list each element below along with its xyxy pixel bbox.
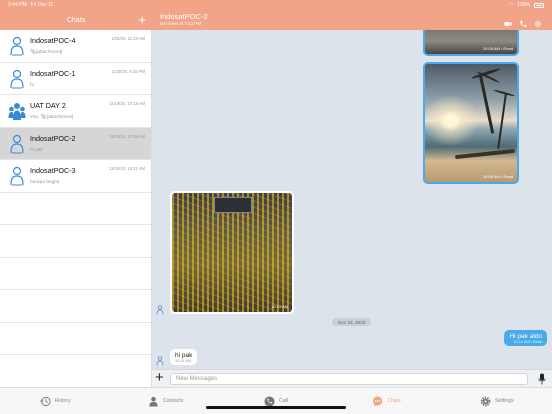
message-text: hi pak	[175, 352, 193, 359]
chat-item-time: 11/19/20, 10:18 AM	[108, 101, 145, 106]
image-message-wires[interactable]: 10:13 AM	[170, 191, 294, 314]
status-bar: 2:44 PM Fri Dec 11 ◠ 100%	[0, 0, 552, 10]
tab-label: Contacts	[162, 398, 184, 404]
chats-header: Chats +	[0, 10, 152, 30]
avatar-icon	[10, 36, 24, 56]
message-meta: 10:14 AM	[175, 359, 192, 363]
list-divider	[0, 225, 151, 258]
chats-title: Chats	[66, 16, 86, 24]
chat-list[interactable]: IndosatPOC-4 12/8/20, 11:28 AM 📎[attachm…	[0, 30, 152, 387]
add-attachment-button[interactable]: +	[155, 370, 164, 386]
avatar-icon	[10, 69, 24, 88]
chat-icon	[373, 395, 383, 407]
chat-item-time: 11/19/20, 10:15 AM	[108, 133, 145, 139]
chat-item-name: IndosatPOC-1	[30, 68, 76, 78]
chat-item-name: IndosatPOC-2	[30, 133, 76, 143]
chat-item-uat-day-2[interactable]: UAT DAY 2 11/19/20, 10:18 AM You: 📎[atta…	[0, 95, 151, 128]
chat-item-name: IndosatPOC-4	[30, 36, 76, 45]
contacts-icon	[149, 396, 158, 407]
message-input-bar: + New Messages	[152, 369, 552, 387]
message-meta: 10:08 AM • Read	[482, 174, 513, 179]
chat-item-name: IndosatPOC-3	[30, 166, 76, 175]
phone-icon[interactable]	[519, 15, 527, 27]
tab-label: Settings	[494, 398, 514, 404]
tab-contacts[interactable]: Contacts	[110, 388, 220, 414]
message-text: Hi pak aldo	[509, 333, 542, 340]
wifi-icon: ◠	[508, 2, 514, 8]
tab-label: History	[54, 398, 71, 404]
tab-bar: History Contacts Call Chats Settings	[0, 387, 552, 414]
new-chat-button[interactable]: +	[138, 12, 146, 27]
list-divider	[0, 258, 151, 290]
battery-icon	[534, 2, 544, 8]
conversation-subtitle: last seen at 7:43 PM	[160, 21, 202, 26]
list-divider	[0, 323, 151, 355]
chat-item-name: UAT DAY 2	[30, 101, 66, 110]
chat-item-indosatpoc-2[interactable]: IndosatPOC-2 11/19/20, 10:15 AM hi pak	[0, 127, 151, 160]
group-avatar-icon	[8, 103, 26, 120]
conversation-area[interactable]: 10:08 AM • Read 10:08 AM • Read 10:13 AM…	[152, 30, 552, 369]
home-indicator[interactable]	[206, 406, 346, 409]
chat-item-time: 11/30/20, 6:19 PM	[111, 68, 145, 74]
status-date: Fri Dec 11	[30, 2, 54, 8]
avatar-icon	[10, 166, 24, 186]
list-divider	[0, 290, 151, 323]
outgoing-message[interactable]: Hi pak aldo 10:14 AM • Read	[504, 330, 547, 346]
tab-label: Chats	[387, 398, 401, 404]
image-message[interactable]: 10:08 AM • Read	[423, 30, 519, 56]
video-call-icon[interactable]	[504, 15, 512, 26]
avatar-icon	[10, 134, 24, 153]
conversation-title[interactable]: IndosatPOC-2	[160, 12, 552, 21]
tab-call[interactable]: Call	[221, 388, 331, 414]
conversation-header: IndosatPOC-2 last seen at 7:43 PM	[152, 10, 552, 30]
phone-icon	[264, 395, 275, 407]
tab-chats[interactable]: Chats	[331, 388, 441, 414]
tab-label: Call	[279, 398, 288, 404]
tab-history[interactable]: History	[0, 388, 110, 414]
settings-gear-icon[interactable]	[534, 15, 542, 28]
chat-item-indosatpoc-1[interactable]: IndosatPOC-1 11/30/20, 6:19 PM hi	[0, 63, 151, 95]
sender-avatar-icon	[156, 305, 164, 315]
chat-item-preview: You: 📎[attachment]	[30, 115, 74, 120]
battery-percent: 100%	[517, 2, 530, 8]
microphone-icon[interactable]	[538, 373, 546, 385]
sender-avatar-icon	[156, 356, 164, 366]
message-meta: 10:08 AM • Read	[482, 46, 513, 51]
incoming-message[interactable]: hi pak 10:14 AM	[170, 349, 198, 365]
message-input[interactable]: New Messages	[170, 373, 528, 385]
chat-item-time: 12/8/20, 11:28 AM	[111, 36, 145, 41]
status-time: 2:44 PM	[8, 2, 27, 8]
chat-item-preview: berapa begitu	[30, 180, 60, 185]
chat-item-time: 11/19/20, 10:21 AM	[108, 166, 145, 171]
message-meta: 10:14 AM • Read	[513, 340, 542, 344]
tab-settings[interactable]: Settings	[442, 388, 552, 414]
message-meta: 10:13 AM	[271, 304, 288, 309]
chat-item-preview: hi	[30, 82, 34, 88]
chat-item-preview: 📎[attachment]	[30, 50, 63, 55]
chat-item-indosatpoc-3[interactable]: IndosatPOC-3 11/19/20, 10:21 AM berapa b…	[0, 160, 151, 193]
image-message-beach[interactable]: 10:08 AM • Read	[423, 62, 519, 184]
chat-item-indosatpoc-4[interactable]: IndosatPOC-4 12/8/20, 11:28 AM 📎[attachm…	[0, 30, 151, 63]
history-icon	[39, 396, 51, 406]
list-divider	[0, 193, 151, 225]
date-separator: Nov 19, 2020	[332, 318, 372, 326]
chat-item-preview: hi pak	[30, 147, 43, 153]
gear-icon	[480, 396, 491, 406]
